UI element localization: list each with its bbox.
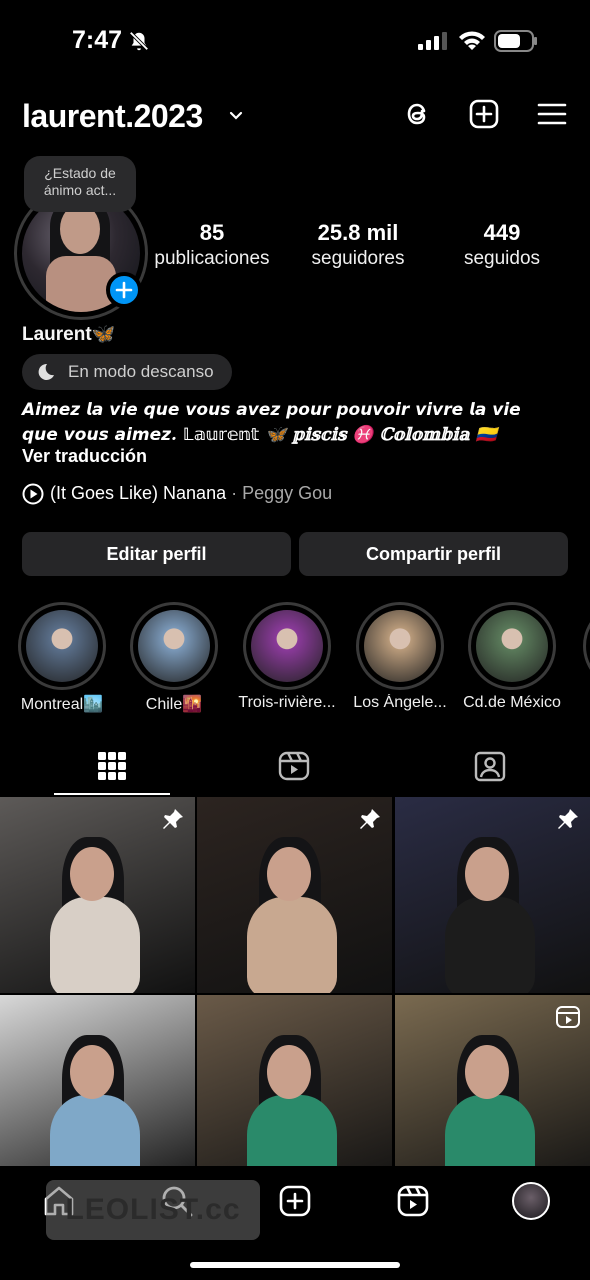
rest-mode-pill[interactable]: En modo descanso xyxy=(22,354,232,390)
profile-header: laurent.2023 xyxy=(22,96,568,140)
highlight-cover xyxy=(364,610,436,682)
tab-grid[interactable] xyxy=(14,742,210,796)
bell-muted-icon xyxy=(129,31,149,51)
highlight-item[interactable]: Los Ángele... xyxy=(353,602,447,711)
pin-icon xyxy=(360,809,380,829)
see-translation-link[interactable]: Ver traducción xyxy=(22,446,147,467)
share-profile-button[interactable]: Compartir perfil xyxy=(299,532,568,576)
post-thumbnail[interactable] xyxy=(0,797,195,993)
note-bubble[interactable]: ¿Estado de ánimo act... xyxy=(24,156,136,212)
stat-followers-count: 25.8 mil xyxy=(317,220,399,245)
stat-following-count: 449 xyxy=(483,220,521,245)
grid-icon xyxy=(98,752,126,780)
display-name: Laurent🦋 xyxy=(22,324,116,345)
stat-posts-count: 85 xyxy=(199,220,225,245)
highlight-cover xyxy=(26,610,98,682)
plus-icon xyxy=(115,281,133,299)
home-indicator[interactable] xyxy=(190,1262,400,1268)
highlight-cover xyxy=(251,610,323,682)
reel-badge-icon xyxy=(556,1006,580,1028)
reels-nav-icon[interactable] xyxy=(396,1184,430,1218)
create-plus-icon[interactable] xyxy=(468,98,500,130)
song-title: (It Goes Like) Nanana xyxy=(50,483,227,503)
reels-icon xyxy=(278,751,310,781)
highlight-cover xyxy=(138,610,210,682)
signal-icon xyxy=(418,32,447,50)
post-thumbnail[interactable] xyxy=(197,995,392,1191)
highlight-label: Trois-rivière... xyxy=(238,694,336,711)
active-tab-indicator xyxy=(54,793,170,795)
highlight-item[interactable]: Trois-rivière... xyxy=(238,602,336,711)
stat-posts-label: publicaciones xyxy=(154,248,270,269)
add-story-button[interactable] xyxy=(106,272,142,308)
tab-tagged[interactable] xyxy=(392,742,588,796)
post-thumbnail[interactable] xyxy=(395,995,590,1191)
posts-grid xyxy=(0,797,590,1191)
highlight-partial[interactable] xyxy=(583,602,590,690)
bio-text: 𝘼𝙞𝙢𝙚𝙯 𝙡𝙖 𝙫𝙞𝙚 𝙦𝙪𝙚 𝙫𝙤𝙪𝙨 𝙖𝙫𝙚𝙯 𝙥𝙤𝙪𝙧 𝙥𝙤𝙪𝙫𝙤𝙞𝙧 … xyxy=(22,400,521,445)
moon-icon xyxy=(38,363,54,380)
status-time: 7:47 xyxy=(72,26,123,54)
highlight-label: Cd.de México xyxy=(463,694,561,711)
stat-following[interactable]: 449 seguidos xyxy=(450,220,554,270)
battery-icon xyxy=(494,30,537,52)
watermark: LEOLIST.cc xyxy=(46,1180,260,1240)
profile-nav-avatar[interactable] xyxy=(512,1182,550,1220)
stat-following-label: seguidos xyxy=(463,248,541,269)
username-switcher[interactable]: laurent.2023 xyxy=(22,98,203,135)
wifi-icon xyxy=(459,31,485,50)
stat-followers-label: seguidores xyxy=(311,248,405,269)
highlight-label: Los Ángele... xyxy=(353,694,447,711)
song-artist: · Peggy Gou xyxy=(226,483,333,503)
chevron-down-icon[interactable] xyxy=(228,108,244,124)
stat-posts[interactable]: 85 publicaciones xyxy=(150,220,274,270)
post-thumbnail[interactable] xyxy=(395,797,590,993)
tab-reels[interactable] xyxy=(196,742,392,796)
pin-icon xyxy=(163,809,183,829)
edit-profile-button[interactable]: Editar perfil xyxy=(22,532,291,576)
highlight-cover xyxy=(476,610,548,682)
stat-followers[interactable]: 25.8 mil seguidores xyxy=(298,220,418,270)
menu-icon[interactable] xyxy=(536,98,568,130)
status-bar: 7:47 xyxy=(0,0,590,80)
highlight-label: Montreal🏙️ xyxy=(20,696,104,713)
highlight-label: Chile🌇 xyxy=(145,696,203,713)
play-circle-icon xyxy=(22,483,44,505)
post-thumbnail[interactable] xyxy=(0,995,195,1191)
profile-tabs xyxy=(0,742,590,796)
highlight-item[interactable]: Chile🌇 xyxy=(130,602,218,713)
rest-mode-label: En modo descanso xyxy=(68,362,214,381)
pin-icon xyxy=(558,809,578,829)
threads-icon[interactable] xyxy=(402,98,434,130)
tagged-icon xyxy=(474,751,506,782)
post-thumbnail[interactable] xyxy=(197,797,392,993)
highlight-item[interactable]: Cd.de México xyxy=(463,602,561,711)
highlight-item[interactable]: Montreal🏙️ xyxy=(18,602,106,713)
create-icon[interactable] xyxy=(278,1184,312,1218)
